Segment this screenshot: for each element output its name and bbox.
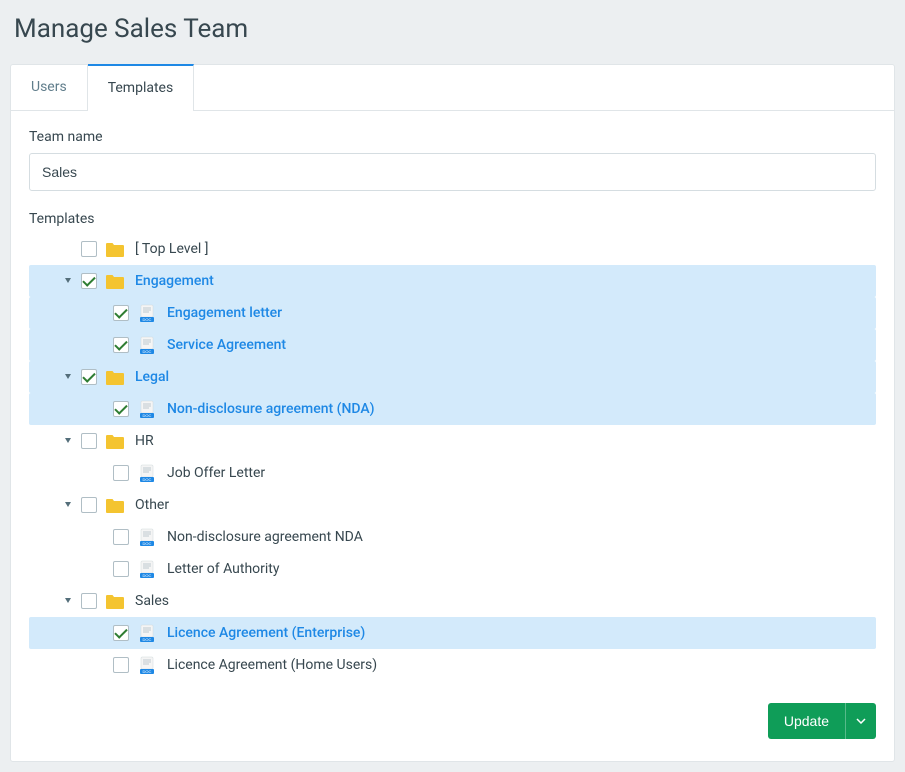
tree-node-label: [ Top Level ] — [135, 241, 209, 257]
tree-row[interactable]: DOC Engagement letter — [29, 297, 876, 329]
svg-text:DOC: DOC — [143, 541, 152, 546]
update-button[interactable]: Update — [768, 703, 876, 739]
tree-row[interactable]: DOC Non-disclosure agreement NDA — [29, 521, 876, 553]
tree-node-label: Other — [135, 497, 169, 513]
update-button-label: Update — [768, 713, 845, 729]
svg-text:DOC: DOC — [143, 669, 152, 674]
folder-icon — [105, 368, 125, 386]
templates-panel: Users Templates Team name Templates [ To… — [10, 64, 895, 762]
tab-content: Team name Templates [ Top Level ] Engagem… — [11, 111, 894, 761]
folder-icon — [105, 432, 125, 450]
tree-node-label: Engagement — [135, 273, 214, 289]
svg-text:DOC: DOC — [143, 413, 152, 418]
tree-row[interactable]: Sales — [29, 585, 876, 617]
tree-row[interactable]: Legal — [29, 361, 876, 393]
tree-node-label: Non-disclosure agreement NDA — [167, 529, 363, 545]
tree-checkbox[interactable] — [113, 465, 129, 481]
tree-node-label: Licence Agreement (Home Users) — [167, 657, 377, 673]
tabs: Users Templates — [11, 65, 894, 111]
tree-expander-icon[interactable] — [61, 274, 75, 288]
tree-row[interactable]: DOC Service Agreement — [29, 329, 876, 361]
tree-row[interactable]: DOC Licence Agreement (Home Users) — [29, 649, 876, 681]
document-icon: DOC — [137, 336, 157, 354]
tree-row[interactable]: HR — [29, 425, 876, 457]
document-icon: DOC — [137, 400, 157, 418]
tab-users[interactable]: Users — [11, 65, 88, 110]
chevron-down-icon — [856, 718, 866, 724]
document-icon: DOC — [137, 528, 157, 546]
tree-row[interactable]: DOC Licence Agreement (Enterprise) — [29, 617, 876, 649]
svg-text:DOC: DOC — [143, 317, 152, 322]
tree-row[interactable]: Other — [29, 489, 876, 521]
page-title: Manage Sales Team — [10, 10, 895, 44]
tree-checkbox[interactable] — [113, 657, 129, 673]
footer: Update — [29, 703, 876, 739]
templates-section-label: Templates — [29, 211, 876, 227]
tree-expander-icon[interactable] — [61, 498, 75, 512]
update-button-caret[interactable] — [845, 703, 876, 739]
tree-expander-icon[interactable] — [61, 434, 75, 448]
tree-checkbox[interactable] — [113, 401, 129, 417]
document-icon: DOC — [137, 560, 157, 578]
tree-checkbox[interactable] — [81, 497, 97, 513]
tree-row[interactable]: DOC Job Offer Letter — [29, 457, 876, 489]
tree-node-label: Legal — [135, 369, 169, 385]
tree-checkbox[interactable] — [113, 561, 129, 577]
folder-icon — [105, 592, 125, 610]
tree-node-label: Letter of Authority — [167, 561, 280, 577]
team-name-label: Team name — [29, 129, 876, 145]
tree-checkbox[interactable] — [113, 625, 129, 641]
folder-icon — [105, 240, 125, 258]
tree-checkbox[interactable] — [113, 529, 129, 545]
tree-expander-icon[interactable] — [61, 370, 75, 384]
tree-checkbox[interactable] — [81, 369, 97, 385]
tree-row[interactable]: DOC Letter of Authority — [29, 553, 876, 585]
tree-row[interactable]: [ Top Level ] — [29, 233, 876, 265]
tree-node-label: Service Agreement — [167, 337, 286, 353]
svg-text:DOC: DOC — [143, 573, 152, 578]
folder-icon — [105, 272, 125, 290]
document-icon: DOC — [137, 656, 157, 674]
tree-row[interactable]: DOC Non-disclosure agreement (NDA) — [29, 393, 876, 425]
svg-text:DOC: DOC — [143, 477, 152, 482]
tree-expander-icon[interactable] — [61, 594, 75, 608]
team-name-input[interactable] — [29, 153, 876, 191]
svg-text:DOC: DOC — [143, 637, 152, 642]
svg-text:DOC: DOC — [143, 349, 152, 354]
tree-node-label: Job Offer Letter — [167, 465, 265, 481]
document-icon: DOC — [137, 304, 157, 322]
tree-checkbox[interactable] — [81, 433, 97, 449]
tab-templates[interactable]: Templates — [88, 64, 195, 110]
document-icon: DOC — [137, 464, 157, 482]
tree-node-label: Engagement letter — [167, 305, 282, 321]
tree-checkbox[interactable] — [81, 273, 97, 289]
tree-node-label: HR — [135, 433, 154, 449]
tree-node-label: Non-disclosure agreement (NDA) — [167, 401, 375, 417]
folder-icon — [105, 496, 125, 514]
templates-tree: [ Top Level ] Engagement DOC Engagement let… — [29, 233, 876, 681]
tree-node-label: Licence Agreement (Enterprise) — [167, 625, 365, 641]
tree-row[interactable]: Engagement — [29, 265, 876, 297]
tree-checkbox[interactable] — [113, 337, 129, 353]
tree-checkbox[interactable] — [81, 593, 97, 609]
document-icon: DOC — [137, 624, 157, 642]
tree-node-label: Sales — [135, 593, 169, 609]
tree-checkbox[interactable] — [113, 305, 129, 321]
tree-checkbox[interactable] — [81, 241, 97, 257]
